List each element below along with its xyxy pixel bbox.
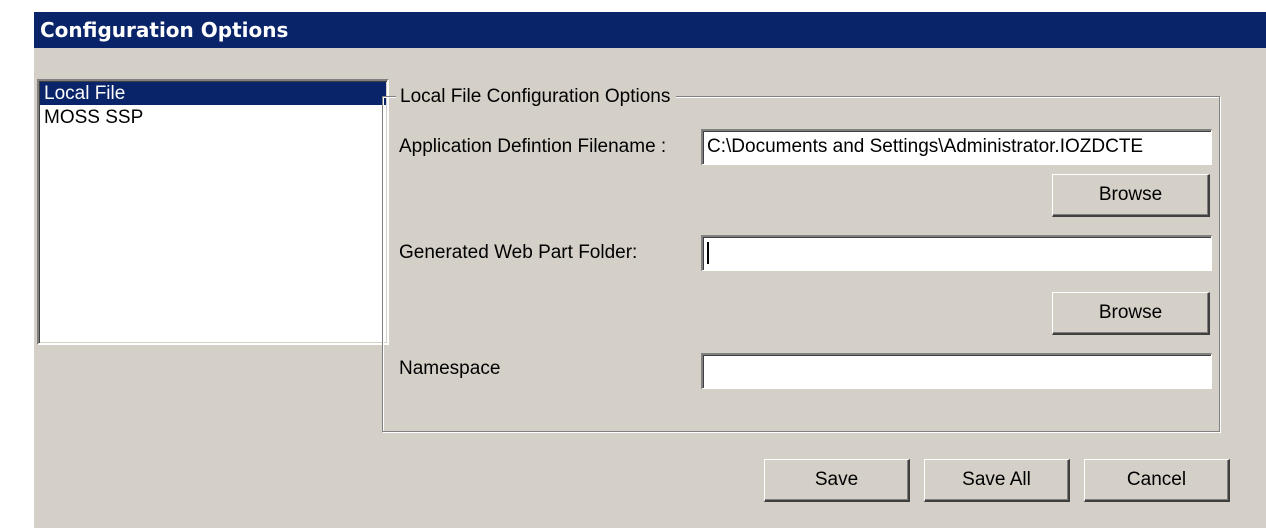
- namespace-label: Namespace: [399, 358, 501, 379]
- list-item-local-file[interactable]: Local File: [40, 82, 386, 105]
- cancel-button[interactable]: Cancel: [1084, 459, 1230, 502]
- configuration-options-window: Configuration Options Local File MOSS SS…: [34, 12, 1266, 528]
- list-item-moss-ssp[interactable]: MOSS SSP: [40, 106, 386, 129]
- save-all-button[interactable]: Save All: [924, 459, 1070, 502]
- window-title: Configuration Options: [34, 12, 1266, 48]
- generated-web-part-folder-field[interactable]: [701, 235, 1212, 271]
- namespace-field[interactable]: [701, 353, 1212, 389]
- save-button[interactable]: Save: [764, 459, 910, 502]
- text-caret: [707, 241, 709, 264]
- browse-web-part-folder-button[interactable]: Browse: [1052, 292, 1210, 335]
- configuration-type-list[interactable]: Local File MOSS SSP: [37, 79, 389, 345]
- app-definition-filename-field[interactable]: C:\Documents and Settings\Administrator.…: [701, 129, 1212, 165]
- app-definition-filename-label: Application Defintion Filename :: [399, 136, 667, 157]
- generated-web-part-folder-label: Generated Web Part Folder:: [399, 242, 638, 263]
- group-title: Local File Configuration Options: [396, 84, 677, 110]
- browse-app-definition-button[interactable]: Browse: [1052, 174, 1210, 217]
